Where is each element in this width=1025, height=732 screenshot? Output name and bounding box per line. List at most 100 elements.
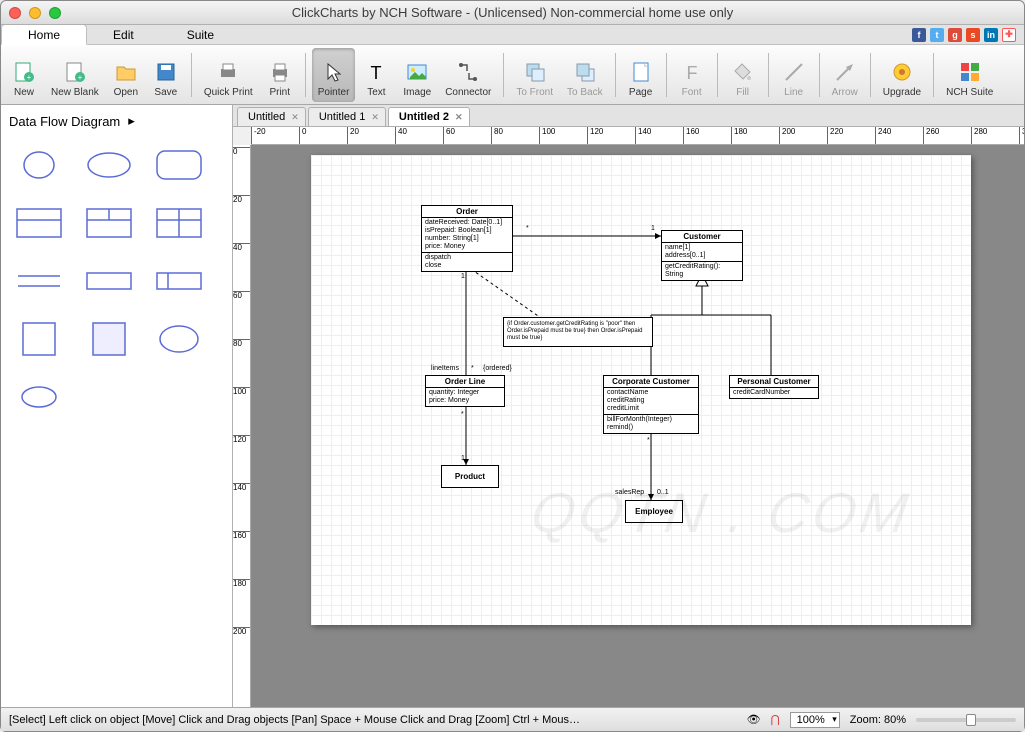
eye-icon[interactable]: 👁 xyxy=(747,713,761,726)
chevron-right-icon: ▸ xyxy=(128,113,135,129)
close-icon[interactable]: ✕ xyxy=(291,112,299,123)
titlebar: ClickCharts by NCH Software - (Unlicense… xyxy=(1,1,1024,25)
print-icon xyxy=(267,59,293,85)
uml-corporate[interactable]: Corporate Customer contactName creditRat… xyxy=(603,375,699,434)
google-icon[interactable]: g xyxy=(948,28,962,42)
close-window-button[interactable] xyxy=(9,7,21,19)
shape-square[interactable] xyxy=(9,319,69,359)
toolbar-fill-button[interactable]: Fill xyxy=(724,48,762,102)
uml-personal[interactable]: Personal Customer creditCardNumber xyxy=(729,375,819,399)
close-icon[interactable]: ✕ xyxy=(371,112,379,123)
menu-tab-edit[interactable]: Edit xyxy=(87,25,161,44)
uml-order[interactable]: Order dateReceived: Date[0..1] isPrepaid… xyxy=(421,205,513,272)
uml-product[interactable]: Product xyxy=(441,465,499,488)
diagram-canvas[interactable]: Order dateReceived: Date[0..1] isPrepaid… xyxy=(251,145,1024,707)
toolbar: +New+New BlankOpenSave Quick PrintPrint Po… xyxy=(1,45,1024,105)
font-icon: F xyxy=(679,59,705,85)
shape-halfbox[interactable] xyxy=(9,203,69,243)
shape-ellipse2[interactable] xyxy=(149,319,209,359)
menu-bar: Home Edit Suite f t g s in ✚ xyxy=(1,25,1024,45)
line-icon xyxy=(781,59,807,85)
status-hint: [Select] Left click on object [Move] Cli… xyxy=(9,714,580,726)
new-blank-icon: + xyxy=(62,59,88,85)
shape-ellipse3[interactable] xyxy=(9,377,69,417)
menu-tab-home[interactable]: Home xyxy=(1,24,87,45)
shape-ellipse[interactable] xyxy=(79,145,139,185)
shape-line[interactable] xyxy=(9,261,69,301)
svg-text:+: + xyxy=(78,73,83,82)
shape-sidebar: Data Flow Diagram ▸ xyxy=(1,105,233,707)
minimize-window-button[interactable] xyxy=(29,7,41,19)
doc-tab-1[interactable]: Untitled 1✕ xyxy=(308,107,386,126)
toolbar-line-button[interactable]: Line xyxy=(775,48,813,102)
shape-rounded-rect[interactable] xyxy=(149,145,209,185)
stumble-icon[interactable]: s xyxy=(966,28,980,42)
nch-suite-icon xyxy=(957,59,983,85)
toolbar-to-back-button[interactable]: To Back xyxy=(561,48,609,102)
shape-rect-thin[interactable] xyxy=(79,261,139,301)
uml-orderline[interactable]: Order Line quantity: Integer price: Mone… xyxy=(425,375,505,407)
canvas-area: Untitled✕ Untitled 1✕ Untitled 2✕ -20020… xyxy=(233,105,1024,707)
toolbar-font-button[interactable]: FFont xyxy=(673,48,711,102)
facebook-icon[interactable]: f xyxy=(912,28,926,42)
twitter-icon[interactable]: t xyxy=(930,28,944,42)
uml-note[interactable]: {if Order.customer.getCreditRating is "p… xyxy=(503,317,653,347)
toolbar-print-button[interactable]: Print xyxy=(261,48,299,102)
zoom-slider[interactable] xyxy=(916,718,1016,722)
toolbar-new-blank-button[interactable]: +New Blank xyxy=(45,48,105,102)
diagram-paper[interactable]: Order dateReceived: Date[0..1] isPrepaid… xyxy=(311,155,971,625)
doc-tab-2[interactable]: Untitled 2✕ xyxy=(388,107,470,126)
shape-palette xyxy=(9,137,224,417)
toolbar-image-button[interactable]: Image xyxy=(397,48,437,102)
open-icon xyxy=(113,59,139,85)
to-back-icon xyxy=(572,59,598,85)
save-icon xyxy=(153,59,179,85)
svg-text:F: F xyxy=(686,63,697,83)
work-area: Data Flow Diagram ▸ Untitled✕ Untitled 1… xyxy=(1,105,1024,707)
toolbar-new-button[interactable]: +New xyxy=(5,48,43,102)
toolbar-open-button[interactable]: Open xyxy=(107,48,145,102)
close-icon[interactable]: ✕ xyxy=(455,112,463,123)
shape-square-fill[interactable] xyxy=(79,319,139,359)
shape-table2[interactable] xyxy=(79,203,139,243)
to-front-icon xyxy=(522,59,548,85)
linkedin-icon[interactable]: in xyxy=(984,28,998,42)
toolbar-pointer-button[interactable]: Pointer xyxy=(312,48,356,102)
toolbar-arrow-button[interactable]: Arrow xyxy=(826,48,864,102)
magnet-icon[interactable]: ⋂ xyxy=(771,713,780,726)
shape-table3[interactable] xyxy=(149,203,209,243)
shape-rect-split[interactable] xyxy=(149,261,209,301)
svg-text:T: T xyxy=(371,63,382,83)
toolbar-text-button[interactable]: TText xyxy=(357,48,395,102)
window-title: ClickCharts by NCH Software - (Unlicense… xyxy=(1,5,1024,20)
pointer-icon xyxy=(321,59,347,85)
help-icon[interactable]: ✚ xyxy=(1002,28,1016,42)
text-icon: T xyxy=(363,59,389,85)
menu-tab-suite[interactable]: Suite xyxy=(161,25,241,44)
watermark: QQTN . COM xyxy=(527,480,915,545)
ruler-vertical: 020406080100120140160180200 xyxy=(233,145,251,707)
fill-icon xyxy=(730,59,756,85)
toolbar-nch-suite-button[interactable]: NCH Suite xyxy=(940,48,999,102)
page-icon xyxy=(628,59,654,85)
toolbar-save-button[interactable]: Save xyxy=(147,48,185,102)
doc-tab-0[interactable]: Untitled✕ xyxy=(237,107,306,126)
ruler-horizontal: -200204060801001201401601802002202402602… xyxy=(251,127,1024,145)
toolbar-quick-print-button[interactable]: Quick Print xyxy=(198,48,259,102)
toolbar-to-front-button[interactable]: To Front xyxy=(510,48,559,102)
zoom-window-button[interactable] xyxy=(49,7,61,19)
sidebar-title[interactable]: Data Flow Diagram ▸ xyxy=(9,111,224,137)
toolbar-page-button[interactable]: Page xyxy=(622,48,660,102)
arrow-icon xyxy=(832,59,858,85)
quick-print-icon xyxy=(215,59,241,85)
svg-text:+: + xyxy=(27,73,32,82)
image-icon xyxy=(404,59,430,85)
new-icon: + xyxy=(11,59,37,85)
toolbar-connector-button[interactable]: Connector xyxy=(439,48,497,102)
uml-customer[interactable]: Customer name[1] address[0..1] getCredit… xyxy=(661,230,743,281)
social-icons: f t g s in ✚ xyxy=(912,25,1024,44)
zoom-dropdown[interactable]: 100% xyxy=(790,712,840,728)
upgrade-icon xyxy=(889,59,915,85)
toolbar-upgrade-button[interactable]: Upgrade xyxy=(877,48,927,102)
shape-circle[interactable] xyxy=(9,145,69,185)
